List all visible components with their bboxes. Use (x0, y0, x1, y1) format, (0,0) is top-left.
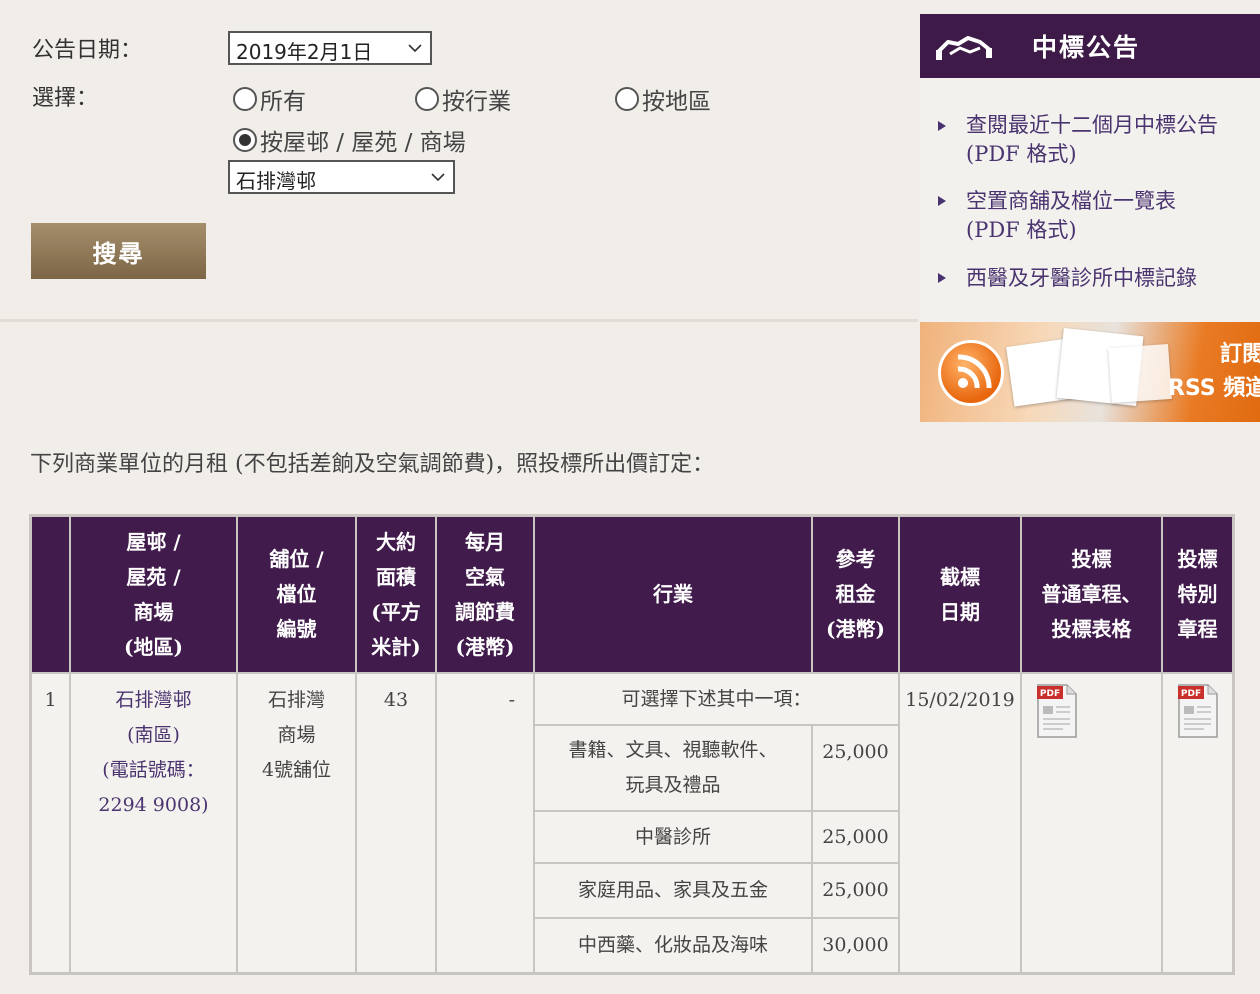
radio-circle[interactable] (615, 87, 639, 111)
radio-circle[interactable] (233, 87, 257, 111)
header-general-docs: 投標 普通章程、 投標表格 (1022, 517, 1161, 672)
pdf-icon[interactable]: PDF (1037, 684, 1077, 738)
chevron-down-icon (408, 44, 422, 53)
sidebar-link-text: 西醫及牙醫診所中標記錄 (966, 266, 1197, 290)
header-ac-fee: 每月 空氣 調節費 (港幣) (437, 517, 533, 672)
newspaper-graphic (1108, 343, 1172, 404)
radio-by-estate[interactable]: 按屋邨 / 屋苑 / 商場 (233, 123, 466, 157)
tender-notice-header: 中標公告 (920, 14, 1260, 78)
sidebar-links: 查閱最近十二個月中標公告 (PDF 格式) 空置商舖及檔位一覽表 (PDF 格式… (920, 78, 1260, 322)
sidebar-link-format: (PDF 格式) (966, 218, 1077, 242)
rss-text-channel: RSS 頻道 (1168, 376, 1260, 401)
bullet-icon (938, 273, 946, 283)
rent-note: 下列商業單位的月租 (不包括差餉及空氣調節費)，照投標所出價訂定： (30, 452, 715, 477)
sidebar-link-text: 空置商舖及檔位一覽表 (966, 189, 1176, 213)
radio-by-district[interactable]: 按地區 (615, 82, 711, 116)
radio-by-trade[interactable]: 按行業 (415, 82, 511, 116)
radio-circle-selected[interactable] (233, 128, 257, 152)
trade-rent: 25,000 (813, 726, 898, 810)
row-ac-fee: - (437, 674, 533, 972)
header-trade: 行業 (535, 517, 811, 672)
radio-by-trade-label: 按行業 (442, 89, 511, 115)
sidebar-title: 中標公告 (1032, 33, 1141, 62)
header-area: 大約 面積 (平方 米計) (357, 517, 435, 672)
radio-all-label: 所有 (260, 89, 306, 115)
trade-rent: 25,000 (813, 864, 898, 917)
radio-all[interactable]: 所有 (233, 82, 306, 116)
row-estate[interactable]: 石排灣邨 (南區) (電話號碼： 2294 9008) (71, 674, 236, 972)
chevron-down-icon (431, 173, 445, 182)
radio-circle[interactable] (415, 87, 439, 111)
trade-option: 中西藥、化妝品及海味 (535, 919, 811, 972)
rss-feed-icon (938, 340, 1004, 406)
header-estate: 屋邨 / 屋苑 / 商場 (地區) (71, 517, 236, 672)
trade-rent: 25,000 (813, 812, 898, 862)
radio-by-estate-label: 按屋邨 / 屋苑 / 商場 (260, 130, 466, 156)
header-rent: 參考 租金 (港幣) (813, 517, 898, 672)
header-index (32, 517, 69, 672)
tender-table: 屋邨 / 屋苑 / 商場 (地區) 舖位 / 檔位 編號 大約 面積 (平方 米計) 每月 空氣調… (29, 514, 1235, 975)
trade-intro: 可選擇下述其中一項： (535, 674, 898, 724)
pdf-icon-label: PDF (1181, 689, 1201, 699)
pdf-icon[interactable]: PDF (1178, 684, 1218, 738)
row-index: 1 (32, 674, 69, 972)
trade-option: 書籍、文具、視聽軟件、 玩具及禮品 (535, 726, 811, 810)
trade-rent: 30,000 (813, 919, 898, 972)
estate-link[interactable]: 石排灣邨 (南區) (電話號碼： 2294 9008) (98, 683, 208, 823)
sidebar-link-format: (PDF 格式) (966, 142, 1077, 166)
row-special-docs: PDF (1163, 674, 1232, 972)
row-area: 43 (357, 674, 435, 972)
row-general-docs: PDF (1022, 674, 1161, 972)
sidebar-link-clinic-records[interactable]: 西醫及牙醫診所中標記錄 (966, 264, 1197, 293)
date-select[interactable]: 2019年2月1日 (228, 31, 432, 65)
pdf-icon-label: PDF (1040, 689, 1060, 699)
search-button[interactable]: 搜尋 (31, 223, 206, 279)
rss-text-subscribe: 訂閱 (1220, 342, 1260, 367)
sidebar-link-12-month-results[interactable]: 查閱最近十二個月中標公告 (PDF 格式) (966, 111, 1218, 169)
header-special-docs: 投標 特別 章程 (1163, 517, 1232, 672)
trade-option: 家庭用品、家具及五金 (535, 864, 811, 917)
radio-by-district-label: 按地區 (642, 89, 711, 115)
row-unit: 石排灣 商場 4號舖位 (238, 674, 355, 972)
estate-select[interactable]: 石排灣邨 (228, 160, 455, 194)
header-deadline: 截標 日期 (900, 517, 1020, 672)
header-unit: 舖位 / 檔位 編號 (238, 517, 355, 672)
choose-label: 選擇： (32, 86, 99, 111)
rss-subscribe-banner[interactable]: 訂閱 RSS 頻道 (920, 322, 1260, 422)
sidebar-link-text: 查閱最近十二個月中標公告 (966, 113, 1218, 137)
row-deadline: 15/02/2019 (900, 674, 1020, 972)
date-select-value: 2019年2月1日 (236, 40, 373, 64)
date-label: 公告日期： (32, 38, 143, 63)
bullet-icon (938, 196, 946, 206)
trade-option: 中醫診所 (535, 812, 811, 862)
estate-select-value: 石排灣邨 (236, 169, 316, 193)
sidebar-link-vacant-shops[interactable]: 空置商舖及檔位一覽表 (PDF 格式) (966, 187, 1176, 245)
search-form: 公告日期： 2019年2月1日 選擇： 所有 按行業 按地區 按屋邨 / 屋苑 … (0, 0, 918, 322)
handshake-icon (936, 36, 992, 60)
bullet-icon (938, 121, 946, 131)
